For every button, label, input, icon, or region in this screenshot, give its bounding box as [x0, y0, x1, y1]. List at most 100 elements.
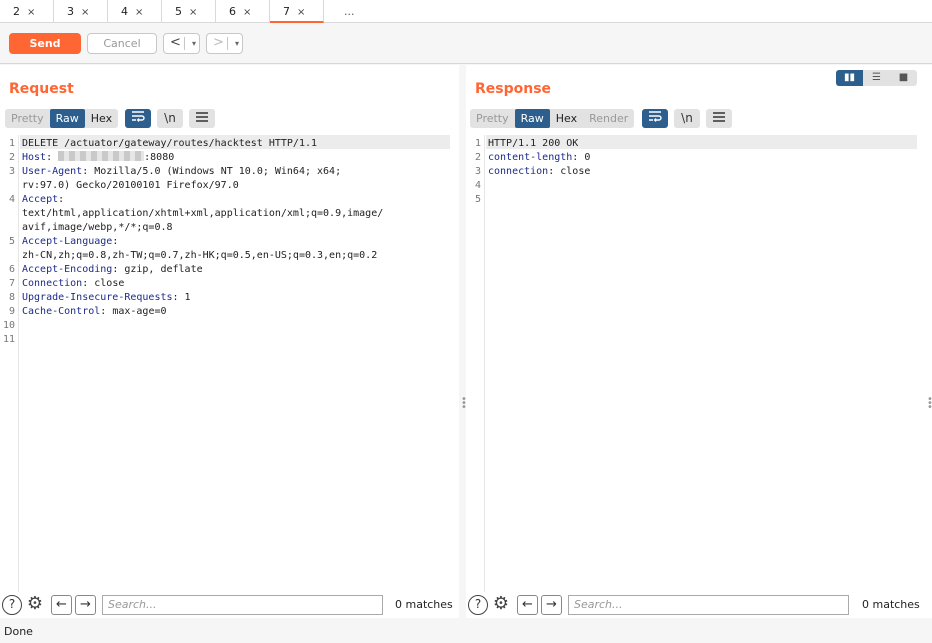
search-input[interactable]: Search... — [568, 595, 849, 615]
code-line: connection: close — [488, 165, 590, 179]
close-icon[interactable]: × — [27, 7, 35, 18]
help-icon[interactable]: ? — [2, 595, 22, 615]
line-text: : gzip, deflate — [112, 264, 203, 275]
response-view-modes: Pretty Raw Hex Render — [470, 109, 635, 128]
line-text: DELETE /actuator/gateway/routes/hacktest… — [22, 138, 318, 149]
newline-toggle[interactable]: \n — [157, 109, 183, 128]
close-icon[interactable]: × — [189, 7, 197, 18]
line-gutter — [466, 135, 485, 618]
code-line: Cache-Control: max-age=0 — [22, 305, 167, 319]
tab-label: 5 — [175, 5, 182, 18]
mode-raw[interactable]: Raw — [49, 109, 85, 128]
close-icon[interactable]: × — [297, 7, 305, 18]
next-match-button[interactable]: → — [541, 595, 562, 615]
line-text: : 1 — [172, 292, 191, 303]
splitter-handle[interactable]: ••• — [461, 395, 467, 413]
mode-pretty[interactable]: Pretty — [470, 109, 515, 128]
close-icon[interactable]: × — [135, 7, 143, 18]
tabs-icon[interactable]: ■ — [890, 70, 917, 86]
status-text: Done — [4, 625, 33, 638]
line-number: 2 — [474, 152, 481, 163]
tab-6[interactable]: 6 × — [216, 0, 270, 23]
tab-4[interactable]: 4 × — [108, 0, 162, 23]
tab-label: 6 — [229, 5, 236, 18]
tab-2[interactable]: 2 × — [0, 0, 54, 23]
gear-icon[interactable]: ⚙ — [24, 593, 46, 615]
layout-switch: ▮▮ ☰ ■ — [836, 70, 917, 86]
line-text: rv:97.0) Gecko/20100101 Firefox/97.0 — [22, 180, 239, 191]
code-line: text/html,application/xhtml+xml,applicat… — [22, 207, 383, 221]
request-view-modes: Pretty Raw Hex — [5, 109, 119, 128]
line-text: : close — [548, 166, 591, 177]
header-name: Accept — [22, 194, 59, 205]
close-icon[interactable]: × — [81, 7, 89, 18]
line-text: : max-age=0 — [100, 306, 167, 317]
line-number: 1 — [474, 138, 481, 149]
mode-render[interactable]: Render — [583, 109, 634, 128]
line-text: : close — [82, 278, 125, 289]
match-count: 0 matches — [862, 598, 920, 611]
menu-icon[interactable] — [706, 109, 732, 128]
tab-3[interactable]: 3 × — [54, 0, 108, 23]
match-count: 0 matches — [395, 598, 453, 611]
code-line: avif,image/webp,*/*;q=0.8 — [22, 221, 173, 235]
code-line: rv:97.0) Gecko/20100101 Firefox/97.0 — [22, 179, 239, 193]
back-button[interactable]: < ▾ — [163, 33, 200, 54]
tab-5[interactable]: 5 × — [162, 0, 216, 23]
response-editor[interactable]: 1 HTTP/1.1 200 OK 2 content-length: 0 3 conne… — [466, 135, 932, 618]
line-text: : Mozilla/5.0 (Windows NT 10.0; Win64; x… — [82, 166, 342, 177]
header-name: content-length — [488, 152, 573, 163]
redacted-host — [58, 151, 145, 161]
request-search-bar: ? ⚙ ← → Search... 0 matches — [0, 592, 459, 618]
mode-hex[interactable]: Hex — [85, 109, 118, 128]
menu-icon[interactable] — [189, 109, 215, 128]
tab-more[interactable]: ... — [324, 0, 364, 23]
cancel-button[interactable]: Cancel — [87, 33, 157, 54]
chevron-down-icon[interactable]: ▾ — [192, 35, 196, 53]
mode-raw[interactable]: Raw — [514, 109, 550, 128]
tab-label: 2 — [13, 5, 20, 18]
forward-button[interactable]: > ▾ — [206, 33, 243, 54]
close-icon[interactable]: × — [243, 7, 251, 18]
separator: : — [46, 152, 59, 163]
request-editor[interactable]: 1 DELETE /actuator/gateway/routes/hacktes… — [0, 135, 459, 618]
newline-toggle[interactable]: \n — [674, 109, 700, 128]
send-button[interactable]: Send — [9, 33, 81, 54]
help-icon[interactable]: ? — [468, 595, 488, 615]
next-match-button[interactable]: → — [75, 595, 96, 615]
line-number: 3 — [8, 166, 15, 177]
line-text: zh-CN,zh;q=0.8,zh-TW;q=0.7,zh-HK;q=0.5,e… — [22, 250, 378, 261]
wrap-icon[interactable] — [642, 109, 668, 128]
side-by-side-icon[interactable]: ▮▮ — [836, 70, 863, 86]
previous-match-button[interactable]: ← — [517, 595, 538, 615]
previous-match-button[interactable]: ← — [51, 595, 72, 615]
tab-label: 3 — [67, 5, 74, 18]
tab-7[interactable]: 7 × — [270, 0, 324, 23]
header-name: Cache-Control — [22, 306, 101, 317]
line-number: 11 — [2, 334, 15, 345]
code-line: Accept: — [22, 193, 64, 207]
line-gutter — [0, 135, 19, 618]
header-name: connection — [488, 166, 549, 177]
line-number: 4 — [474, 180, 481, 191]
chevron-down-icon[interactable]: ▾ — [235, 35, 239, 53]
line-number: 10 — [2, 320, 15, 331]
line-number: 2 — [8, 152, 15, 163]
mode-pretty[interactable]: Pretty — [5, 109, 50, 128]
code-line: content-length: 0 — [488, 151, 590, 165]
code-line: Accept-Encoding: gzip, deflate — [22, 263, 203, 277]
mode-hex[interactable]: Hex — [550, 109, 583, 128]
splitter-handle[interactable]: ••• — [927, 395, 932, 413]
search-input[interactable]: Search... — [102, 595, 383, 615]
wrap-icon[interactable] — [125, 109, 151, 128]
code-line: HTTP/1.1 200 OK — [488, 137, 578, 151]
line-number: 6 — [8, 264, 15, 275]
line-number: 5 — [474, 194, 481, 205]
header-name: Host — [22, 152, 47, 163]
gear-icon[interactable]: ⚙ — [490, 593, 512, 615]
top-bottom-icon[interactable]: ☰ — [863, 70, 890, 86]
code-line: Connection: close — [22, 277, 124, 291]
header-name: User-Agent — [22, 166, 83, 177]
response-panel: Response ▮▮ ☰ ■ Pretty Raw Hex Render \n… — [466, 65, 932, 618]
header-name: Connection — [22, 278, 83, 289]
